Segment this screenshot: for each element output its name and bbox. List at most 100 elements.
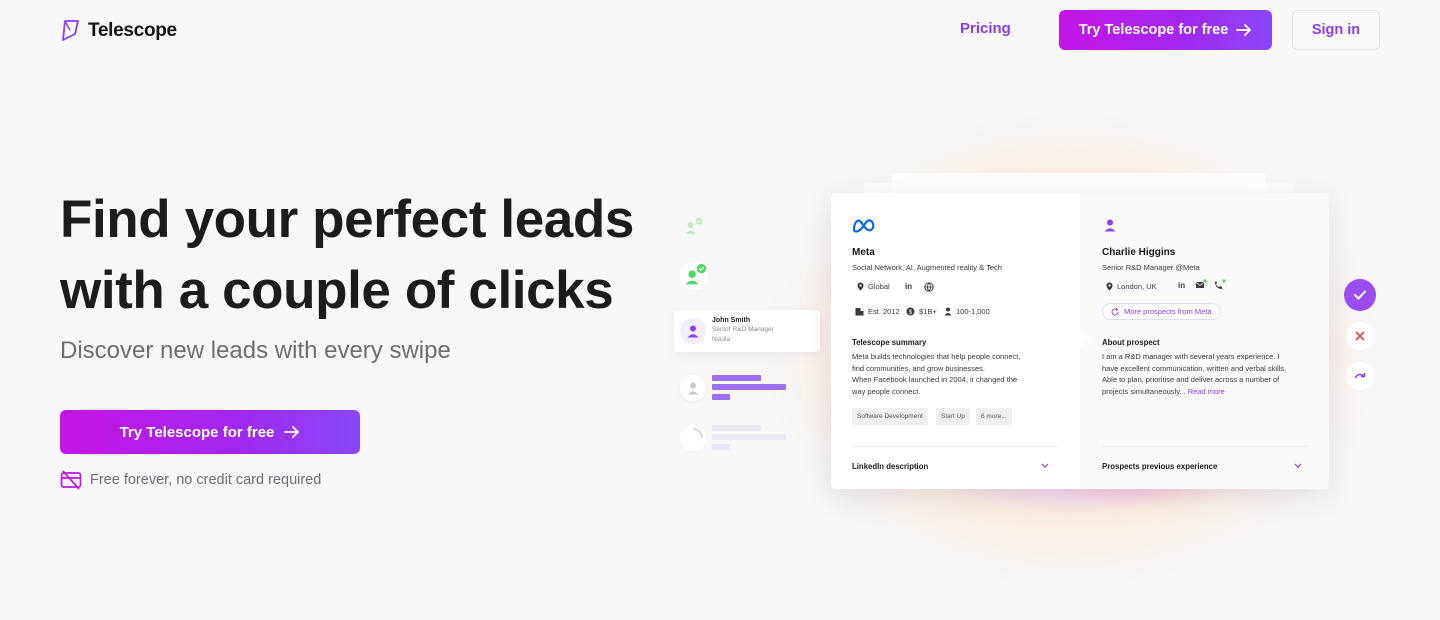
free-forever-note: Free forever, no credit card required xyxy=(60,470,321,490)
telescope-summary-heading: Telescope summary xyxy=(852,338,927,347)
user-icon xyxy=(687,325,699,338)
reject-button[interactable] xyxy=(1346,322,1374,350)
skeleton-bar xyxy=(712,444,730,450)
skeleton-bar xyxy=(712,434,786,440)
building-icon xyxy=(855,308,864,316)
lead-name: John Smith xyxy=(712,317,751,324)
chevron-down-icon[interactable] xyxy=(1041,463,1049,469)
email-icon[interactable] xyxy=(1195,279,1207,290)
map-pin-icon xyxy=(857,282,864,291)
hero-title-line-2: with a couple of clicks xyxy=(60,261,614,320)
divider xyxy=(1102,446,1307,447)
telescope-logo-icon xyxy=(62,20,79,41)
arrow-right-icon xyxy=(1236,24,1252,36)
about-prospect-heading: About prospect xyxy=(1102,338,1160,347)
company-location-text: Global xyxy=(868,282,890,291)
lead-role: Senior R&D Manager xyxy=(712,326,774,333)
lead-avatar-pending xyxy=(680,375,706,401)
about-prospect-text: I am a R&D manager with several years ex… xyxy=(1102,351,1286,397)
hero-title-line-1: Find your perfect leads xyxy=(60,190,634,249)
company-founded: Est. 2012 xyxy=(855,307,900,316)
refresh-icon xyxy=(1111,307,1119,315)
skeleton-bar xyxy=(712,394,730,400)
map-pin-icon xyxy=(1106,282,1113,291)
company-revenue-text: $1B+ xyxy=(919,307,937,316)
phone-icon[interactable] xyxy=(1213,279,1226,290)
linkedin-icon: in xyxy=(905,282,913,291)
summary-line: Meta builds technologies that help peopl… xyxy=(852,352,1021,361)
skeleton-bar xyxy=(712,425,761,431)
more-tags[interactable]: 6 more... xyxy=(976,408,1012,425)
about-line: projects simultaneously... Read more xyxy=(1102,386,1286,398)
company-linkedin-link[interactable]: in xyxy=(905,282,912,291)
header-try-free-button[interactable]: Try Telescope for free xyxy=(1059,10,1272,50)
summary-line: find communities, and grow businesses. xyxy=(852,363,985,373)
about-line: I am a R&D manager with several years ex… xyxy=(1102,352,1280,361)
hero-try-free-button[interactable]: Try Telescope for free xyxy=(60,410,360,454)
lead-avatar-loading xyxy=(680,425,706,451)
close-icon xyxy=(1355,331,1365,341)
prospect-title: Senior R&D Manager @Meta xyxy=(1102,263,1200,272)
telescope-logo[interactable]: Telescope xyxy=(60,18,177,44)
linkedin-description-toggle[interactable]: LinkedIn description xyxy=(852,462,928,471)
nav-pricing-link[interactable]: Pricing xyxy=(960,20,1011,37)
header-try-free-label: Try Telescope for free xyxy=(1078,22,1229,38)
hero-title: Find your perfect leads with a couple of… xyxy=(60,184,700,326)
industry-tag[interactable]: Start Up xyxy=(936,408,970,425)
dollar-icon: $ xyxy=(906,307,915,316)
meta-logo-icon xyxy=(852,219,875,233)
company-description: Social Network, AI, Augmented reality & … xyxy=(852,263,1002,272)
loading-spinner-icon xyxy=(692,428,703,439)
prospect-panel: Charlie Higgins Senior R&D Manager @Meta… xyxy=(1080,193,1329,489)
read-more-link[interactable]: Read more xyxy=(1188,387,1225,396)
company-employees: 100-1,000 xyxy=(944,307,990,316)
company-panel: Meta Social Network, AI, Augmented reali… xyxy=(831,193,1080,489)
globe-icon[interactable] xyxy=(924,282,934,292)
about-line: have excellent communication, written an… xyxy=(1102,363,1287,373)
prospect-linkedin-icon[interactable]: in xyxy=(1178,281,1185,290)
hero-subtitle: Discover new leads with every swipe xyxy=(60,337,451,364)
prospect-avatar xyxy=(1102,217,1118,233)
more-prospects-label: More prospects from Meta xyxy=(1124,307,1212,316)
company-location: Global xyxy=(857,282,890,291)
more-prospects-button[interactable]: More prospects from Meta xyxy=(1102,303,1221,320)
previous-experience-toggle[interactable]: Prospects previous experience xyxy=(1102,462,1217,471)
skip-button[interactable] xyxy=(1346,362,1374,390)
chevron-down-icon[interactable] xyxy=(1294,463,1302,469)
approve-button[interactable] xyxy=(1344,279,1376,311)
prospect-location: London, UK xyxy=(1106,282,1157,291)
free-forever-text: Free forever, no credit card required xyxy=(90,472,322,488)
check-icon xyxy=(1354,290,1366,300)
company-employees-text: 100-1,000 xyxy=(956,307,990,316)
user-icon xyxy=(1104,219,1116,232)
lead-mini-card[interactable]: John Smith Senior R&D Manager Nvidia xyxy=(674,310,820,352)
arrow-right-icon xyxy=(284,426,300,438)
user-icon xyxy=(687,382,699,395)
divider xyxy=(852,446,1058,447)
industry-tag[interactable]: Software Development xyxy=(852,408,928,425)
skeleton-bar xyxy=(712,375,761,381)
about-line: Able to plan, prioritise and deliver acr… xyxy=(1102,375,1280,384)
people-icon xyxy=(944,307,952,316)
lead-avatar-approved-1 xyxy=(682,216,704,238)
telescope-summary-text: Meta builds technologies that help peopl… xyxy=(852,351,1020,397)
prospect-name: Charlie Higgins xyxy=(1102,247,1176,258)
user-approved-icon xyxy=(685,217,703,234)
lead-detail-card[interactable]: Meta Social Network, AI, Augmented reali… xyxy=(831,193,1329,489)
redo-arrow-icon xyxy=(1354,373,1366,379)
brand-name: Telescope xyxy=(88,20,177,41)
lead-company: Nvidia xyxy=(712,336,731,343)
company-name: Meta xyxy=(852,247,875,258)
prospect-location-text: London, UK xyxy=(1117,282,1157,291)
hero-try-free-label: Try Telescope for free xyxy=(119,423,275,441)
company-revenue: $ $1B+ xyxy=(906,307,937,316)
about-line-text: projects simultaneously... xyxy=(1102,386,1186,396)
lead-avatar-approved-2 xyxy=(680,262,708,290)
sign-in-button[interactable]: Sign in xyxy=(1292,10,1380,50)
summary-line: way people connect. xyxy=(852,386,921,396)
summary-line: When Facebook launched in 2004, it chang… xyxy=(852,375,1018,384)
credit-card-off-icon xyxy=(60,470,82,490)
company-founded-text: Est. 2012 xyxy=(868,307,900,316)
lead-avatar xyxy=(680,318,706,344)
user-approved-icon xyxy=(685,263,707,285)
